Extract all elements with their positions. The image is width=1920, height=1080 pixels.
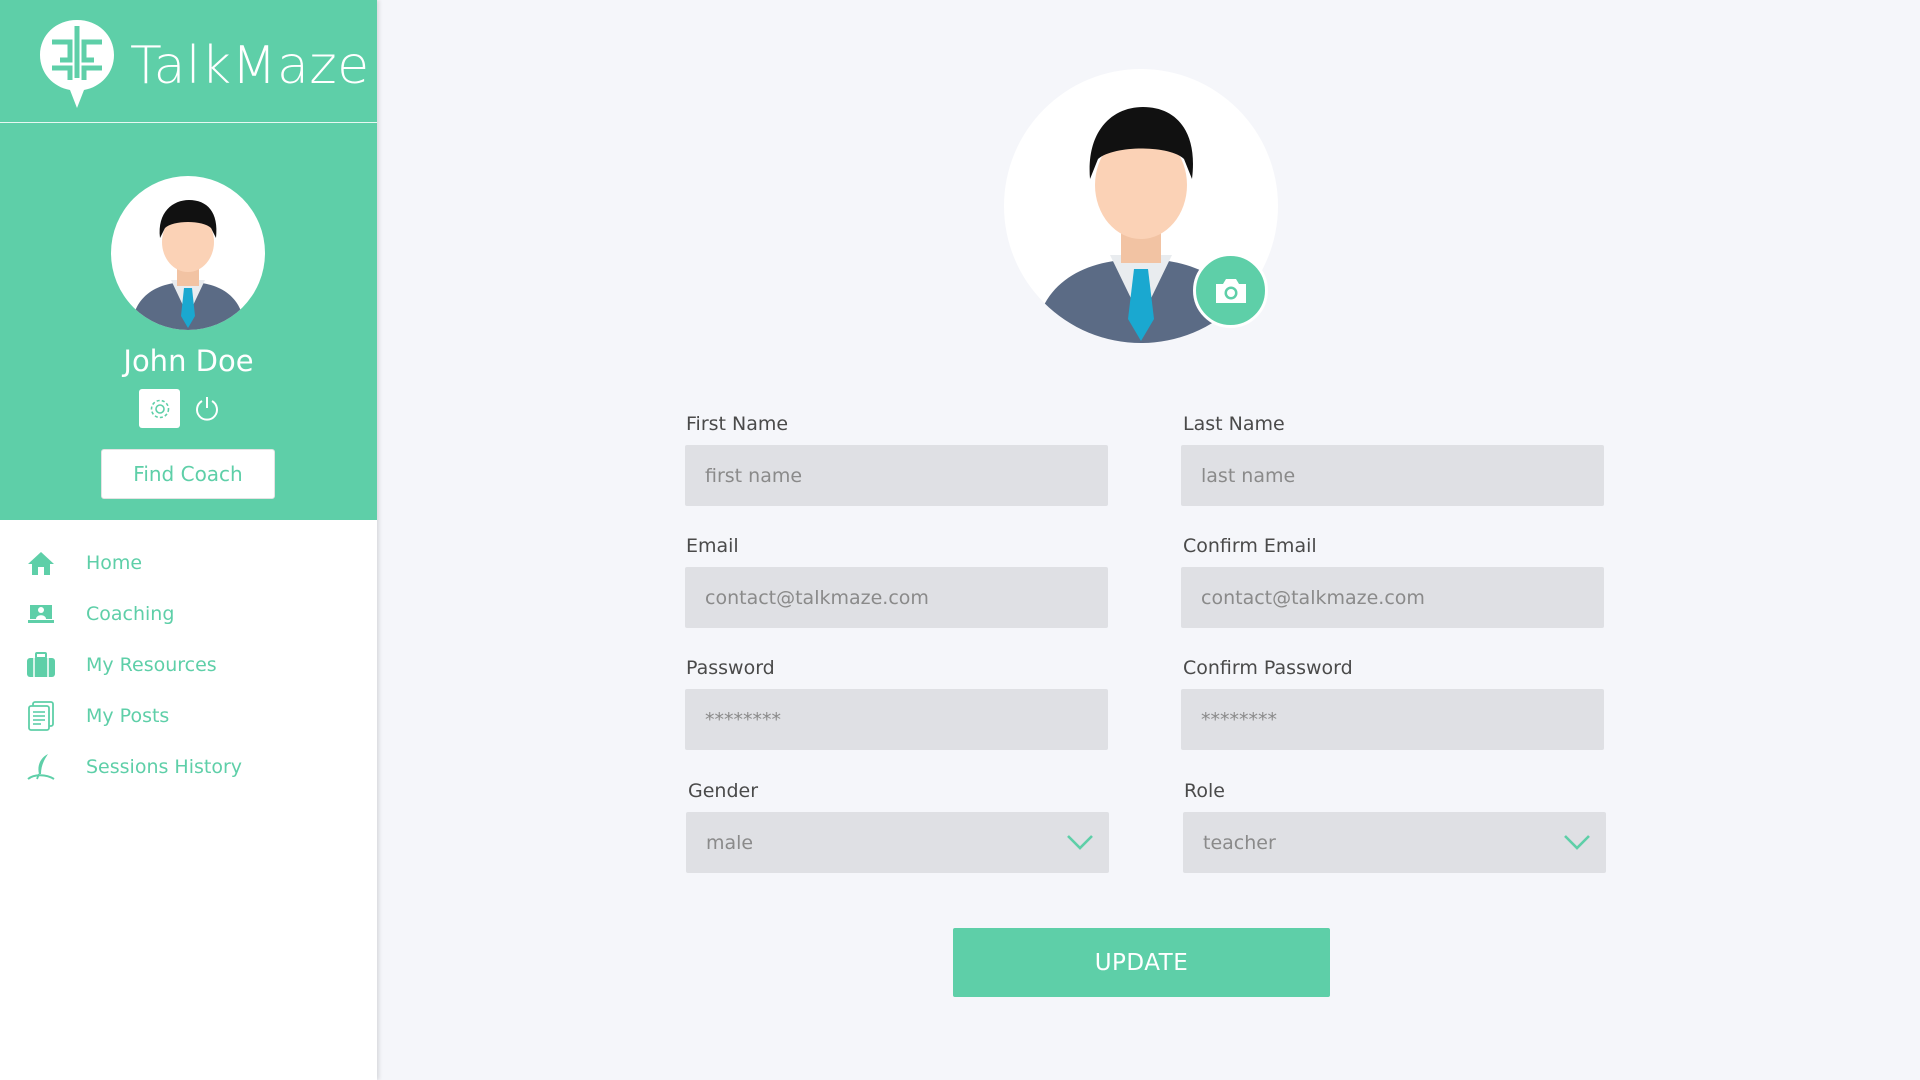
posts-icon — [26, 700, 56, 731]
sidebar-item-label: Sessions History — [86, 755, 243, 778]
role-select[interactable]: teacher — [1183, 812, 1606, 873]
confirm-password-label: Confirm Password — [1183, 657, 1353, 679]
confirm-password-field[interactable] — [1181, 689, 1604, 750]
sidebar: TalkMaze John Doe Find Coach Home Coachi… — [0, 0, 377, 1080]
logout-button[interactable] — [192, 393, 222, 423]
brand-name: TalkMaze — [130, 36, 370, 96]
home-icon — [26, 548, 56, 578]
chevron-down-icon — [1564, 835, 1590, 850]
password-field[interactable] — [685, 689, 1108, 750]
sidebar-avatar — [111, 176, 265, 330]
first-name-label: First Name — [686, 413, 789, 435]
find-coach-button[interactable]: Find Coach — [101, 449, 275, 499]
camera-icon — [1215, 278, 1246, 303]
gender-label: Gender — [688, 780, 759, 802]
first-name-field[interactable] — [685, 445, 1108, 506]
user-name: John Doe — [123, 344, 254, 378]
last-name-label: Last Name — [1183, 413, 1285, 435]
sidebar-item-sessions-history[interactable]: Sessions History — [0, 741, 377, 792]
briefcase-icon — [26, 650, 56, 680]
talkmaze-logo-icon — [40, 20, 114, 108]
gear-icon — [150, 399, 169, 418]
sidebar-nav: Home Coaching My Resources My Posts Sess… — [0, 537, 377, 792]
role-value: teacher — [1203, 831, 1276, 854]
sidebar-item-label: Coaching — [86, 602, 175, 625]
sidebar-item-label: Home — [86, 551, 143, 574]
last-name-field[interactable] — [1181, 445, 1604, 506]
sidebar-header: TalkMaze John Doe Find Coach — [0, 0, 377, 520]
confirm-email-label: Confirm Email — [1183, 535, 1317, 557]
chevron-down-icon — [1067, 835, 1093, 850]
confirm-email-field[interactable] — [1181, 567, 1604, 628]
sidebar-item-home[interactable]: Home — [0, 537, 377, 588]
coaching-icon — [26, 599, 56, 629]
sidebar-item-my-resources[interactable]: My Resources — [0, 639, 377, 690]
gender-value: male — [706, 831, 754, 854]
sidebar-item-coaching[interactable]: Coaching — [0, 588, 377, 639]
password-label: Password — [686, 657, 775, 679]
gender-select[interactable]: male — [686, 812, 1109, 873]
power-icon — [196, 397, 218, 421]
sidebar-item-label: My Posts — [86, 704, 170, 727]
settings-button[interactable] — [139, 389, 180, 428]
sidebar-item-label: My Resources — [86, 653, 217, 676]
quill-icon — [26, 752, 56, 782]
brand-bar: TalkMaze — [0, 0, 377, 123]
role-label: Role — [1184, 780, 1225, 802]
update-button[interactable]: UPDATE — [953, 928, 1330, 997]
email-field[interactable] — [685, 567, 1108, 628]
email-label: Email — [686, 535, 739, 557]
change-photo-button[interactable] — [1193, 253, 1268, 328]
sidebar-item-my-posts[interactable]: My Posts — [0, 690, 377, 741]
